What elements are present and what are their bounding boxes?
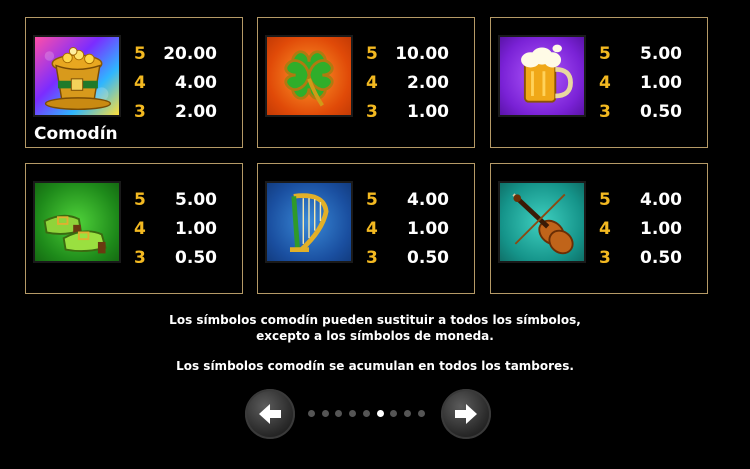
previous-page-button[interactable] [245,389,295,439]
pay-value: 5.00 [640,44,682,64]
pay-row: 3 2.00 [134,102,240,131]
paytable-card-shoes: 5 5.00 4 1.00 3 0.50 [25,163,243,294]
page-dot[interactable] [376,410,384,417]
pay-row: 3 0.50 [599,102,705,131]
pay-row: 4 1.00 [134,219,240,248]
pay-value: 4.00 [640,190,682,210]
pay-values: 5 5.00 4 1.00 3 0.50 [134,190,240,277]
pay-row: 4 1.00 [599,73,705,102]
pay-row: 3 0.50 [366,248,472,277]
paytable-card-beer: 5 5.00 4 1.00 3 0.50 [490,17,708,148]
wild-label: Comodín [34,124,118,144]
pay-value: 4.00 [407,190,449,210]
pay-value: 0.50 [175,248,217,268]
pay-value: 2.00 [175,102,217,122]
pay-value: 0.50 [407,248,449,268]
info-text-line-3: Los símbolos comodín se acumulan en todo… [176,359,574,373]
pay-row: 4 1.00 [366,219,472,248]
next-page-button[interactable] [441,389,491,439]
pay-value: 2.00 [407,73,449,93]
harp-icon [265,181,353,263]
pay-row: 5 4.00 [599,190,705,219]
pay-row: 4 4.00 [134,73,240,102]
page-dot[interactable] [390,410,398,417]
pay-value: 10.00 [395,44,449,64]
arrow-left-icon [259,404,281,424]
pay-row: 3 0.50 [599,248,705,277]
paytable-card-harp: 5 4.00 4 1.00 3 0.50 [257,163,475,294]
pay-row: 3 1.00 [366,102,472,131]
paytable-card-wild: 5 20.00 4 4.00 3 2.00 Comodín [25,17,243,148]
page-dot[interactable] [321,410,329,417]
page-dot[interactable] [417,410,425,417]
pay-row: 5 10.00 [366,44,472,73]
pay-value: 1.00 [407,102,449,122]
pay-values: 5 5.00 4 1.00 3 0.50 [599,44,705,131]
fiddle-icon [498,181,586,263]
pay-value: 0.50 [640,102,682,122]
pay-value: 20.00 [163,44,217,64]
pay-row: 5 5.00 [599,44,705,73]
page-dot[interactable] [308,410,315,417]
pay-values: 5 4.00 4 1.00 3 0.50 [599,190,705,277]
pay-row: 5 5.00 [134,190,240,219]
paytable-card-clover: 5 10.00 4 2.00 3 1.00 [257,17,475,148]
page-dot[interactable] [362,410,370,417]
pay-row: 4 1.00 [599,219,705,248]
pay-values: 5 10.00 4 2.00 3 1.00 [366,44,472,131]
beer-mug-icon [498,35,586,117]
buckle-shoes-icon [33,181,121,263]
four-leaf-clover-icon [265,35,353,117]
pay-value: 0.50 [640,248,682,268]
pay-row: 4 2.00 [366,73,472,102]
pay-value: 1.00 [407,219,449,239]
leprechaun-hat-wild-icon [33,35,121,117]
page-dot[interactable] [403,410,411,417]
pay-values: 5 4.00 4 1.00 3 0.50 [366,190,472,277]
pay-value: 1.00 [640,73,682,93]
pay-row: 5 20.00 [134,44,240,73]
pay-value: 5.00 [175,190,217,210]
pay-value: 1.00 [640,219,682,239]
pay-row: 3 0.50 [134,248,240,277]
info-text-line-1: Los símbolos comodín pueden sustituir a … [169,313,581,327]
paytable-card-fiddle: 5 4.00 4 1.00 3 0.50 [490,163,708,294]
page-dot[interactable] [349,410,357,417]
arrow-right-icon [455,404,477,424]
pay-row: 5 4.00 [366,190,472,219]
pay-value: 4.00 [175,73,217,93]
pay-value: 1.00 [175,219,217,239]
info-text-line-2: excepto a los símbolos de moneda. [256,329,494,343]
pay-values: 5 20.00 4 4.00 3 2.00 [134,44,240,131]
page-dot[interactable] [335,410,343,417]
